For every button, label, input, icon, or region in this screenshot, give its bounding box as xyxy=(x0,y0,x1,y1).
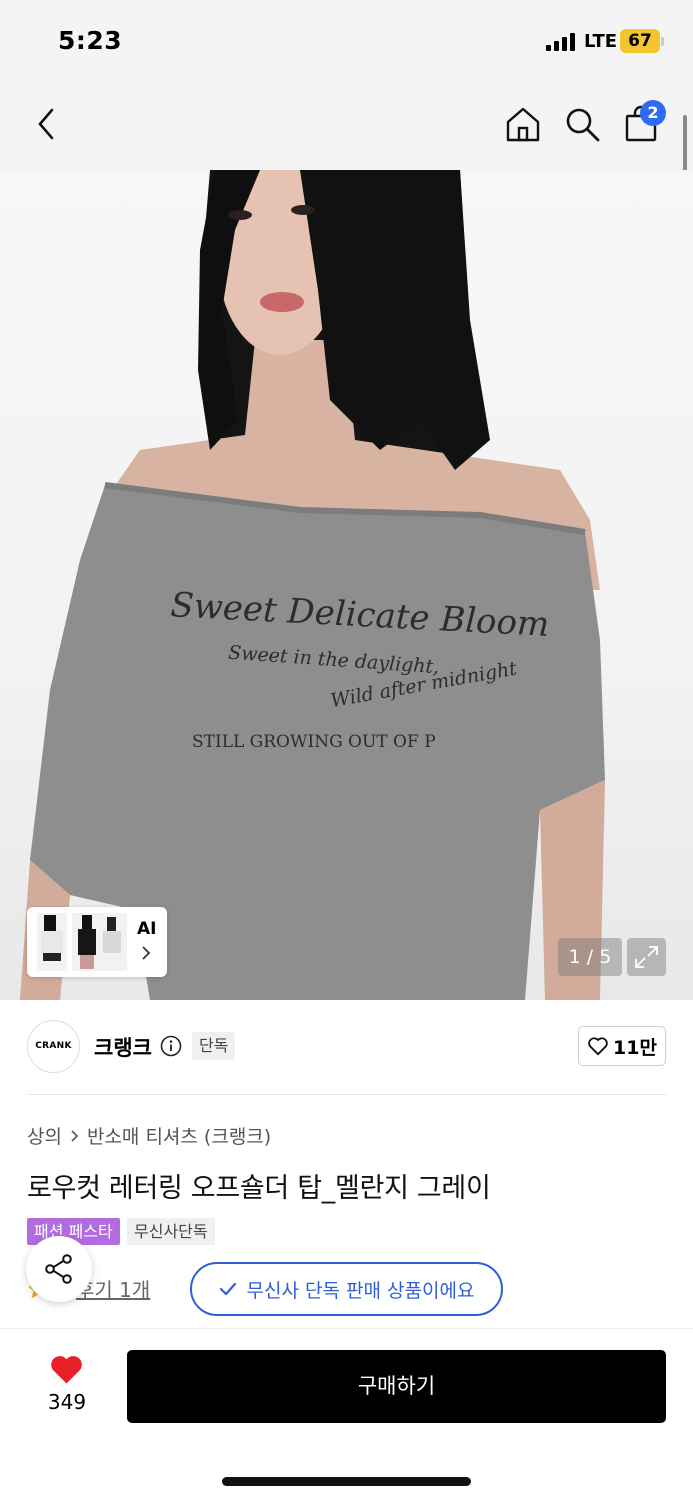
share-button[interactable] xyxy=(26,1236,92,1302)
image-counter: 1 / 5 xyxy=(558,938,622,976)
brand-logo[interactable]: CRANK xyxy=(27,1020,80,1073)
status-bar: 5:23 LTE 67 xyxy=(0,0,693,84)
battery-tip xyxy=(661,37,664,46)
exclusive-notice-pill[interactable]: 무신사 단독 판매 상품이에요 xyxy=(190,1262,503,1316)
heart-filled-icon[interactable] xyxy=(49,1353,84,1385)
exclusive-badge: 단독 xyxy=(192,1032,236,1060)
top-nav xyxy=(0,84,693,170)
print-line-4: STILL GROWING OUT OF P xyxy=(192,732,436,752)
tag-musinsa-exclusive: 무신사단독 xyxy=(127,1218,215,1245)
status-time: 5:23 xyxy=(58,26,123,55)
heart-outline-icon xyxy=(588,1037,608,1056)
thumb-look-3 xyxy=(97,913,127,971)
brand-like-button[interactable]: 11만 xyxy=(578,1026,666,1066)
divider xyxy=(0,1328,693,1329)
product-photo: Sweet Delicate Bloom Sweet in the daylig… xyxy=(20,170,605,1000)
buy-button[interactable]: 구매하기 xyxy=(127,1350,666,1423)
network-label: LTE xyxy=(584,31,618,52)
expand-button[interactable] xyxy=(627,938,666,976)
breadcrumb-item-category[interactable]: 상의 xyxy=(27,1122,62,1149)
info-icon[interactable] xyxy=(160,1035,182,1057)
heart-count: 349 xyxy=(47,1390,87,1414)
exclusive-notice-text: 무신사 단독 판매 상품이에요 xyxy=(246,1279,475,1302)
back-icon[interactable] xyxy=(30,104,64,144)
thumb-look-1 xyxy=(37,913,67,971)
product-title: 로우컷 레터링 오프숄더 탑_멜란지 그레이 xyxy=(27,1173,491,1204)
signal-icon xyxy=(546,33,575,51)
check-icon xyxy=(219,1282,236,1296)
ai-label: AI xyxy=(137,919,157,939)
breadcrumb: 상의 반소매 티셔츠 (크랭크) xyxy=(27,1122,271,1149)
ai-lookbook-card[interactable]: AI xyxy=(27,907,167,977)
share-icon xyxy=(45,1254,72,1284)
chevron-right-icon xyxy=(71,1129,79,1142)
cart-count-badge: 2 xyxy=(640,100,666,126)
chevron-right-icon xyxy=(142,946,151,960)
battery-icon: 67 xyxy=(620,29,660,53)
home-indicator[interactable] xyxy=(222,1477,471,1486)
divider xyxy=(27,1094,666,1095)
breadcrumb-item-subcategory[interactable]: 반소매 티셔츠 (크랭크) xyxy=(87,1122,271,1149)
brand-name[interactable]: 크랭크 xyxy=(94,1032,152,1062)
search-icon[interactable] xyxy=(562,104,602,144)
expand-icon xyxy=(635,946,658,968)
product-image-gallery[interactable]: Sweet Delicate Bloom Sweet in the daylig… xyxy=(0,170,693,1000)
brand-like-count: 11만 xyxy=(613,1036,657,1059)
home-icon[interactable] xyxy=(503,104,543,144)
